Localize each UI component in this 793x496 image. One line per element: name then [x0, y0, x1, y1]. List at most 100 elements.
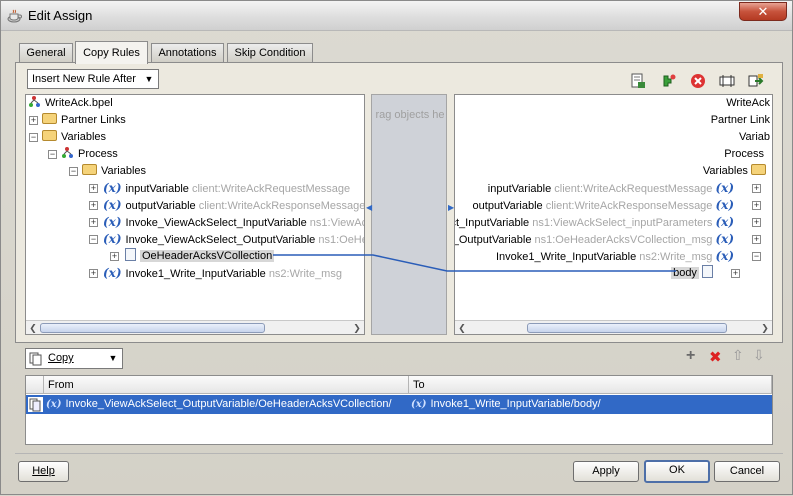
tree-process[interactable]: Process: [61, 146, 118, 163]
expand-icon[interactable]: +: [731, 269, 740, 278]
expand-icon[interactable]: +: [89, 184, 98, 193]
copy-icon: [29, 352, 42, 366]
variable-icon: (x): [103, 232, 122, 246]
add-rule-icon[interactable]: +: [686, 347, 695, 365]
expand-icon[interactable]: +: [110, 252, 119, 261]
footer-separator: [15, 453, 783, 454]
tree-variable-item[interactable]: (x) Invoke_ViewAckSelect_InputVariable ns…: [103, 214, 364, 231]
tree-root[interactable]: WriteAck: [726, 95, 770, 112]
xpath-icon[interactable]: [719, 73, 735, 89]
table-row[interactable]: (x) Invoke_ViewAckSelect_OutputVariable/O…: [26, 395, 772, 414]
insert-rule-combo[interactable]: Insert New Rule After ▼: [27, 69, 159, 89]
tree-inner-variables[interactable]: Variables: [703, 163, 770, 180]
expand-icon[interactable]: +: [752, 218, 761, 227]
element-icon: [702, 265, 713, 278]
scrollbar-thumb[interactable]: [527, 323, 727, 333]
variable-icon: (x): [715, 232, 734, 246]
collapse-icon[interactable]: −: [29, 133, 38, 142]
collapse-icon[interactable]: −: [48, 150, 57, 159]
expand-icon[interactable]: +: [89, 269, 98, 278]
variable-icon: (x): [715, 181, 734, 195]
coffee-cup-icon: [7, 9, 22, 23]
expression-icon[interactable]: [630, 73, 646, 89]
scroll-right-icon[interactable]: ❯: [351, 322, 363, 334]
scroll-left-icon[interactable]: ❮: [456, 322, 468, 334]
tree-variable-item[interactable]: Invoke1_Write_InputVariable ns2:Write_ms…: [496, 248, 738, 265]
expand-icon[interactable]: +: [29, 116, 38, 125]
expand-icon[interactable]: +: [752, 235, 761, 244]
variable-icon: (x): [103, 215, 122, 229]
insert-rule-value: Insert New Rule After: [32, 73, 136, 85]
copy-type-value: Copy: [48, 352, 74, 364]
delete-icon[interactable]: [690, 73, 706, 89]
tree-variable-item[interactable]: (x) outputVariable client:WriteAckRespons…: [103, 197, 364, 214]
column-header-from[interactable]: From: [44, 376, 409, 394]
tree-variable-item[interactable]: outputVariable client:WriteAckResponseMe…: [473, 197, 738, 214]
tab-skip-condition[interactable]: Skip Condition: [227, 43, 313, 63]
tab-general[interactable]: General: [19, 43, 73, 63]
tree-variable-item[interactable]: (x) inputVariable client:WriteAckRequestM…: [103, 180, 350, 197]
horizontal-scrollbar[interactable]: ❮ ❯: [455, 320, 772, 334]
cancel-button[interactable]: Cancel: [714, 461, 780, 482]
apply-button[interactable]: Apply: [573, 461, 639, 482]
drag-hint: rag objects he: [375, 109, 445, 121]
tree-process[interactable]: Process: [724, 146, 764, 163]
variable-icon: (x): [715, 215, 734, 229]
target-tree[interactable]: WriteAck Partner Link Variab Process Var…: [454, 94, 773, 335]
tab-copy-rules[interactable]: Copy Rules: [75, 41, 148, 64]
window-title: Edit Assign: [28, 8, 93, 23]
tree-variable-item[interactable]: inputVariable client:WriteAckRequestMess…: [488, 180, 738, 197]
copy-rules-table[interactable]: From To (x) Invoke_ViewAckSelect_OutputVa…: [25, 375, 773, 445]
ok-button[interactable]: OK: [644, 460, 710, 483]
process-icon: [62, 147, 73, 158]
expand-icon[interactable]: +: [89, 201, 98, 210]
expand-icon[interactable]: +: [89, 218, 98, 227]
scroll-right-icon[interactable]: ❯: [759, 322, 771, 334]
column-header-to[interactable]: To: [409, 376, 772, 394]
tree-partner-links[interactable]: Partner Links: [42, 112, 126, 129]
swap-icon[interactable]: [748, 73, 764, 89]
tree-root[interactable]: WriteAck.bpel: [28, 95, 113, 112]
tree-variable-item[interactable]: elect_OutputVariable ns1:OeHeaderAcksVCo…: [455, 231, 738, 248]
horizontal-scrollbar[interactable]: ❮ ❯: [26, 320, 364, 334]
source-tree[interactable]: WriteAck.bpel + Partner Links − Variable…: [25, 94, 365, 335]
collapse-icon[interactable]: −: [89, 235, 98, 244]
table-header-corner: [26, 376, 44, 394]
expand-icon[interactable]: +: [752, 201, 761, 210]
copy-type-combo[interactable]: Copy ▼: [25, 348, 123, 369]
rule-to-cell[interactable]: (x) Invoke1_Write_InputVariable/body/: [411, 395, 771, 414]
tree-variables[interactable]: Variables: [42, 129, 106, 146]
tree-variables[interactable]: Variab: [739, 129, 770, 146]
tree-partner-links[interactable]: Partner Link: [711, 112, 770, 129]
variable-icon: (x): [103, 181, 122, 195]
delete-rule-icon[interactable]: ✖: [709, 348, 722, 366]
folder-open-icon: [42, 130, 57, 141]
tree-element-node[interactable]: OeHeaderAcksVCollection: [125, 248, 275, 265]
folder-open-icon: [82, 164, 97, 175]
scroll-left-icon[interactable]: ❮: [27, 322, 39, 334]
move-down-icon[interactable]: ⇩: [753, 347, 765, 364]
move-up-icon[interactable]: ⇧: [732, 347, 744, 364]
drag-area: rag objects he ◀ ▶: [366, 94, 454, 335]
tree-variable-item[interactable]: (x) Invoke_ViewAckSelect_OutputVariable n…: [103, 231, 364, 248]
tree-variable-item[interactable]: elect_InputVariable ns1:ViewAckSelect_in…: [455, 214, 738, 231]
collapse-icon[interactable]: −: [69, 167, 78, 176]
title-bar: Edit Assign ✕: [1, 1, 792, 31]
xml-fragment-icon[interactable]: [661, 73, 677, 89]
scrollbar-thumb[interactable]: [40, 323, 265, 333]
tree-inner-variables[interactable]: Variables: [82, 163, 146, 180]
tree-variable-item[interactable]: (x) Invoke1_Write_InputVariable ns2:Write…: [103, 265, 342, 282]
expand-icon[interactable]: +: [752, 184, 761, 193]
collapse-icon[interactable]: −: [752, 252, 761, 261]
close-button[interactable]: ✕: [739, 2, 787, 21]
chevron-down-icon: ▼: [144, 74, 154, 84]
tab-annotations[interactable]: Annotations: [151, 43, 224, 63]
rule-from-cell[interactable]: (x) Invoke_ViewAckSelect_OutputVariable/O…: [46, 395, 408, 414]
bpel-process-icon: [29, 96, 40, 107]
help-button[interactable]: Help: [18, 461, 69, 482]
variable-icon: (x): [411, 399, 427, 410]
folder-open-icon: [751, 164, 766, 175]
tree-element-node[interactable]: body: [671, 265, 717, 282]
collapse-left-icon[interactable]: ◀: [366, 203, 372, 215]
element-icon: [125, 248, 136, 261]
